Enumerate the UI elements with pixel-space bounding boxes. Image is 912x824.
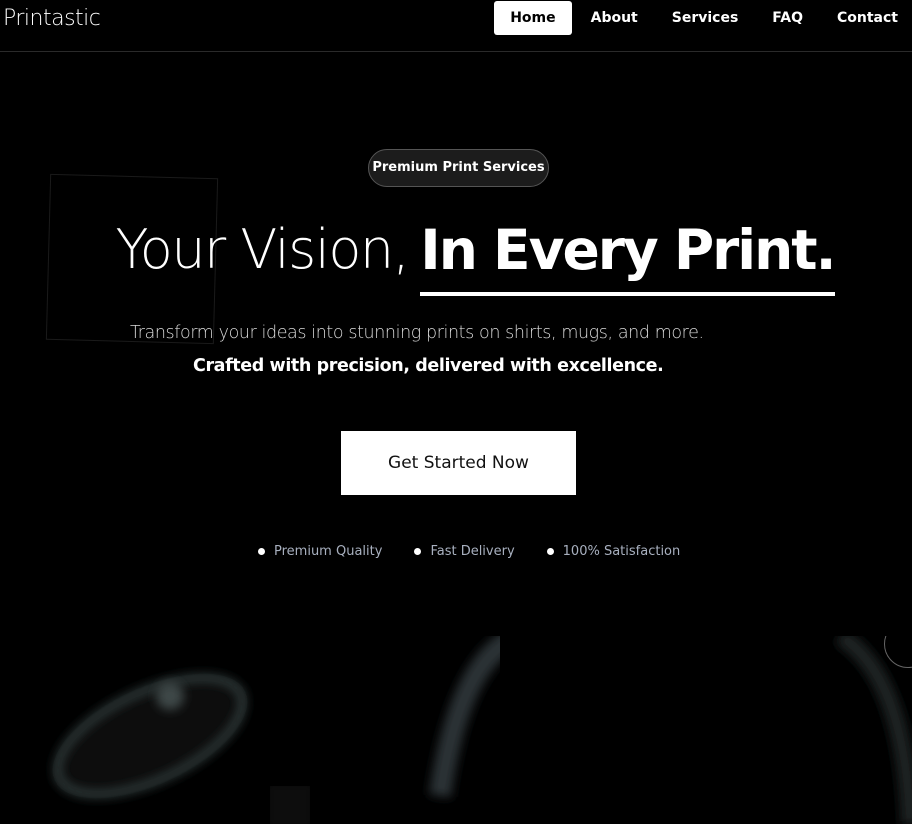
headline-bold: In Every Print. xyxy=(420,218,836,282)
brand-logo[interactable]: Printastic xyxy=(3,6,101,31)
feature-item: Premium Quality xyxy=(258,544,382,559)
get-started-button[interactable]: Get Started Now xyxy=(341,431,576,495)
headline-bold-wrap: In Every Print. xyxy=(420,218,837,296)
navbar: Printastic Home About Services FAQ Conta… xyxy=(0,0,912,52)
hero-badge: Premium Print Services xyxy=(368,149,549,187)
nav-link-about[interactable]: About xyxy=(574,1,655,35)
headline-light: Your Vision, xyxy=(115,218,409,281)
showcase-photo xyxy=(0,636,912,824)
headline-underline xyxy=(420,292,835,296)
feature-label: Premium Quality xyxy=(274,544,383,559)
feature-list: Premium Quality Fast Delivery 100% Satis… xyxy=(258,544,680,559)
feature-label: Fast Delivery xyxy=(430,544,515,559)
product-showcase-image xyxy=(0,636,912,824)
nav-link-contact[interactable]: Contact xyxy=(820,1,912,35)
feature-label: 100% Satisfaction xyxy=(562,544,681,559)
hero-subtitle-line2: Crafted with precision, delivered with e… xyxy=(193,356,664,376)
bullet-dot-icon xyxy=(414,548,422,555)
hero-subtitle-line1: Transform your ideas into stunning print… xyxy=(130,323,704,343)
feature-item: 100% Satisfaction xyxy=(546,544,681,559)
bullet-dot-icon xyxy=(546,548,554,555)
bullet-dot-icon xyxy=(258,548,265,555)
nav-link-faq[interactable]: FAQ xyxy=(755,1,820,35)
hero-headline: Your Vision, In Every Print. xyxy=(0,218,912,296)
feature-item: Fast Delivery xyxy=(414,544,515,559)
nav-link-services[interactable]: Services xyxy=(655,1,756,35)
nav-links: Home About Services FAQ Contact xyxy=(494,0,912,36)
nav-link-home[interactable]: Home xyxy=(494,1,572,35)
page: Printastic Home About Services FAQ Conta… xyxy=(0,0,912,824)
